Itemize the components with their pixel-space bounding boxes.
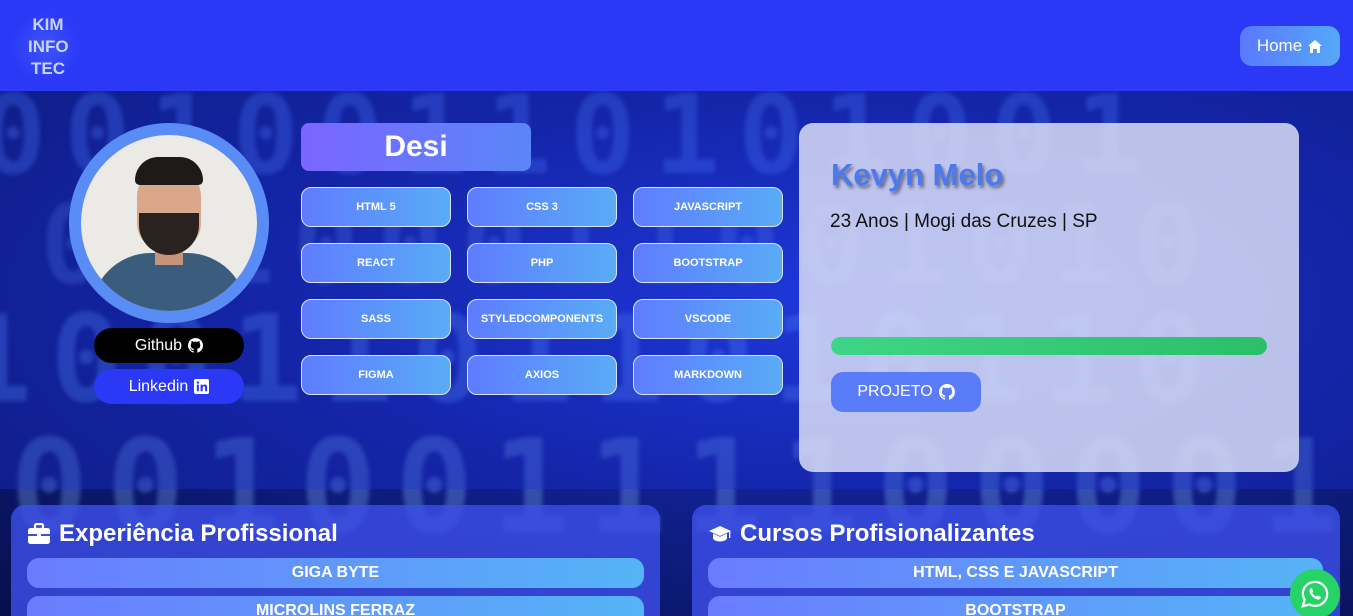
skills-title: Desi (301, 123, 531, 171)
experience-item[interactable]: GIGA BYTE (27, 558, 644, 588)
project-label: PROJETO (857, 383, 933, 400)
skill-tag[interactable]: SASS (301, 299, 451, 339)
whatsapp-button[interactable] (1290, 569, 1340, 616)
skill-tag[interactable]: REACT (301, 243, 451, 283)
skill-tag[interactable]: FIGMA (301, 355, 451, 395)
logo-line: KIM (32, 15, 64, 34)
profile-subtitle: 23 Anos | Mogi das Cruzes | SP (830, 211, 1098, 232)
courses-panel: Cursos Profisionalizantes HTML, CSS E JA… (692, 505, 1340, 616)
skill-tag[interactable]: AXIOS (467, 355, 617, 395)
course-item[interactable]: BOOTSTRAP (708, 596, 1323, 616)
experience-title: Experiência Profissional (27, 520, 338, 548)
logo-line: TEC (31, 59, 65, 78)
avatar (81, 135, 257, 311)
avatar-frame (69, 123, 269, 323)
project-button[interactable]: PROJETO (831, 372, 981, 412)
linkedin-button[interactable]: Linkedin (94, 369, 244, 404)
experience-panel: Experiência Profissional GIGA BYTE MICRO… (11, 505, 660, 616)
home-icon (1308, 39, 1323, 53)
experience-title-label: Experiência Profissional (59, 520, 338, 547)
skill-tag[interactable]: JAVASCRIPT (633, 187, 783, 227)
avatar-beard (139, 213, 199, 255)
avatar-hair (135, 157, 203, 185)
logo-line: INFO (28, 37, 69, 56)
home-button[interactable]: Home (1240, 26, 1340, 66)
courses-title-label: Cursos Profisionalizantes (740, 520, 1035, 547)
linkedin-icon (194, 379, 210, 394)
linkedin-label: Linkedin (128, 377, 189, 395)
logo-text: KIM INFO TEC (28, 14, 69, 80)
experience-item[interactable]: MICROLINS FERRAZ (27, 596, 644, 616)
skill-tag[interactable]: HTML 5 (301, 187, 451, 227)
skill-tag[interactable]: CSS 3 (467, 187, 617, 227)
navbar: KIM INFO TEC Home (0, 0, 1353, 91)
github-icon (188, 338, 204, 353)
github-label: Github (134, 336, 183, 354)
briefcase-icon (28, 523, 50, 544)
skill-tag[interactable]: STYLEDCOMPONENTS (467, 299, 617, 339)
home-label: Home (1256, 36, 1303, 55)
graduation-cap-icon (709, 526, 731, 542)
skill-tag[interactable]: VSCODE (633, 299, 783, 339)
course-item[interactable]: HTML, CSS E JAVASCRIPT (708, 558, 1323, 588)
whatsapp-icon (1301, 580, 1329, 608)
profile-name: Kevyn Melo (831, 157, 1004, 192)
progress-fill (831, 337, 1267, 355)
profile-info-card: Kevyn Melo 23 Anos | Mogi das Cruzes | S… (799, 123, 1299, 472)
logo[interactable]: KIM INFO TEC (6, 8, 86, 86)
github-button[interactable]: Github (94, 328, 244, 363)
skills-grid: HTML 5 CSS 3 JAVASCRIPT REACT PHP BOOTST… (301, 187, 783, 395)
progress-bar (831, 337, 1267, 355)
courses-title: Cursos Profisionalizantes (708, 520, 1035, 548)
skill-tag[interactable]: PHP (467, 243, 617, 283)
skill-tag[interactable]: MARKDOWN (633, 355, 783, 395)
github-icon (938, 384, 955, 400)
skill-tag[interactable]: BOOTSTRAP (633, 243, 783, 283)
